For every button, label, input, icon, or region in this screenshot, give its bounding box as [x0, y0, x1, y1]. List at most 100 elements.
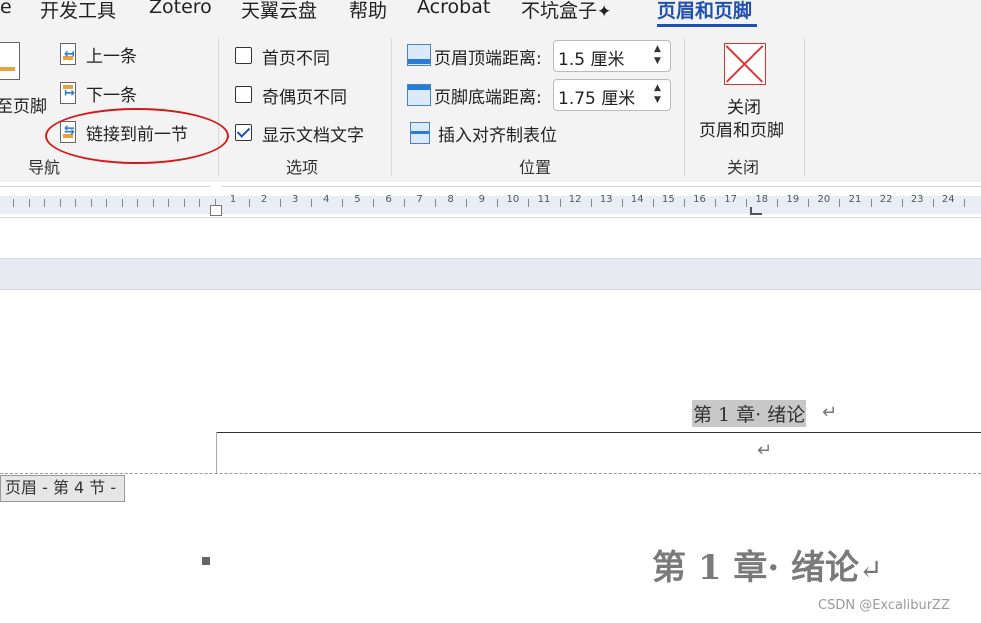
ruler-tick — [652, 199, 654, 207]
ruler-tick — [746, 199, 748, 207]
paragraph-marker — [202, 557, 210, 565]
group-divider — [218, 38, 219, 176]
ruler-number: 1 — [229, 194, 237, 205]
ruler-number: 22 — [879, 194, 893, 205]
left-indent-marker[interactable] — [210, 205, 222, 216]
ruler-tick — [528, 199, 530, 207]
chapter-heading-text: 第 1 章· 绪论 — [652, 548, 860, 588]
ruler-tick — [183, 199, 185, 207]
first-page-different-label: 首页不同 — [262, 49, 330, 69]
close-button-line2[interactable]: 页眉和页脚 — [699, 116, 784, 141]
group-label-navigation: 导航 — [28, 158, 61, 177]
ruler-number: 6 — [385, 194, 392, 205]
ruler-tick — [13, 199, 14, 207]
footer-bottom-distance-label: 页脚底端距离: — [434, 88, 542, 108]
ruler-number: 19 — [786, 194, 800, 205]
tab-header-footer[interactable]: 页眉和页脚 — [657, 0, 752, 23]
ruler-tick — [28, 199, 30, 207]
group-label-position: 位置 — [519, 158, 552, 177]
page-gap — [0, 258, 981, 290]
tab-help[interactable]: 帮助 — [349, 0, 387, 23]
odd-even-different-label: 奇偶页不同 — [262, 88, 347, 108]
goto-footer-button[interactable]: 至页脚 — [0, 92, 47, 117]
header-section-label: 页眉 - 第 4 节 - — [0, 475, 126, 502]
chapter-heading[interactable]: 第 1 章· 绪论↵ — [652, 540, 882, 589]
sparkle-icon: ✦ — [597, 2, 612, 22]
tab-file-partial[interactable]: e — [0, 0, 12, 18]
ruler-tick — [715, 199, 717, 207]
annotation-red-circle — [45, 108, 229, 164]
footer-bottom-distance-spinner[interactable]: 1.75 厘米 ▲ ▼ — [553, 79, 671, 111]
ruler-tick — [901, 199, 903, 207]
next-button[interactable]: 下一条 — [86, 81, 137, 106]
previous-button[interactable]: 上一条 — [86, 42, 137, 67]
ruler-tick — [199, 199, 200, 207]
ruler-number: 2 — [260, 194, 268, 205]
group-divider — [684, 38, 685, 176]
odd-even-different-checkbox[interactable] — [235, 86, 252, 103]
insert-alignment-tab-button[interactable]: 插入对齐制表位 — [438, 121, 557, 146]
margin-guide — [216, 432, 217, 474]
ruler-number: 13 — [599, 194, 613, 205]
ruler-tick — [777, 199, 779, 207]
tab-developer[interactable]: 开发工具 — [40, 0, 116, 23]
first-line-indent-marker[interactable] — [208, 184, 224, 194]
paragraph-mark: ↵ — [859, 553, 883, 586]
ruler-tick — [44, 199, 45, 207]
ruler-tick — [808, 199, 810, 207]
tab-tianyi-cloud[interactable]: 天翼云盘 — [241, 0, 317, 23]
header-text[interactable]: 第 1 章· 绪论 — [692, 400, 807, 427]
ruler-number: 18 — [755, 194, 769, 205]
show-document-text-checkbox[interactable] — [235, 124, 252, 141]
chevron-up-icon[interactable]: ▲ — [654, 84, 664, 93]
ruler-number: 20 — [817, 194, 831, 205]
first-page-different-checkbox[interactable] — [235, 47, 252, 64]
ruler-tick — [90, 199, 92, 207]
ruler-number: 14 — [630, 194, 644, 205]
paragraph-mark: ↵ — [757, 440, 773, 461]
ruler-number: 16 — [693, 194, 706, 205]
ruler-tick — [683, 199, 685, 207]
ruler-number: 12 — [568, 194, 582, 205]
ruler-tick — [137, 199, 138, 207]
ruler-tick — [404, 199, 406, 207]
ruler-tick — [559, 199, 561, 207]
ruler-tick — [248, 199, 250, 207]
ruler-tick — [59, 199, 61, 207]
header-top-distance-value[interactable]: 1.5 厘米 — [558, 45, 624, 70]
ruler-tick — [590, 199, 592, 207]
ruler-number: 4 — [323, 194, 330, 205]
goto-footer-icon — [0, 42, 20, 80]
footer-bottom-distance-value[interactable]: 1.75 厘米 — [558, 84, 635, 109]
previous-arrow-icon: ↤ — [64, 47, 75, 62]
close-header-footer-icon[interactable] — [724, 43, 766, 85]
tab-stop-marker[interactable] — [750, 207, 762, 215]
chevron-up-icon[interactable]: ▲ — [654, 45, 664, 54]
ruler-number: 10 — [506, 194, 520, 205]
ruler-number: 7 — [416, 194, 423, 205]
ruler-number: 21 — [848, 194, 862, 205]
ruler-tick — [435, 199, 437, 207]
ruler-number: 15 — [662, 194, 675, 205]
chevron-down-icon[interactable]: ▼ — [654, 96, 664, 105]
tab-acrobat[interactable]: Acrobat — [417, 0, 490, 18]
tab-zotero[interactable]: Zotero — [149, 0, 212, 18]
close-button-line1[interactable]: 关闭 — [727, 93, 761, 118]
next-arrow-icon: ↦ — [64, 86, 75, 101]
ruler-tick — [839, 199, 841, 207]
tab-bukeng-box[interactable]: 不坑盒子✦ — [521, 0, 611, 23]
ruler-tick — [106, 199, 107, 207]
header-top-distance-spinner[interactable]: 1.5 厘米 ▲ ▼ — [553, 40, 671, 72]
group-divider — [804, 38, 805, 176]
tab-bukeng-box-label: 不坑盒子 — [521, 0, 598, 22]
ruler-tick — [963, 199, 965, 207]
header-boundary-dashed-line — [0, 473, 981, 474]
ruler-tick — [75, 199, 76, 207]
ruler-tick — [152, 199, 154, 207]
ruler-tick — [310, 199, 312, 207]
ruler-number: 17 — [724, 194, 737, 205]
watermark: CSDN @ExcaliburZZ — [818, 598, 950, 613]
ruler-number: 9 — [478, 194, 485, 205]
chevron-down-icon[interactable]: ▼ — [654, 57, 664, 66]
ruler-tick — [466, 199, 468, 207]
